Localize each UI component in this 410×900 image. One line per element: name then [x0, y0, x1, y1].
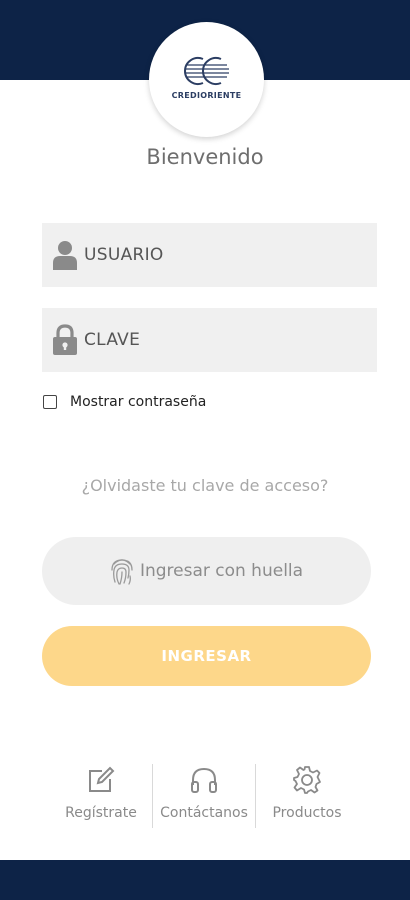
- footer-products[interactable]: Productos: [256, 764, 358, 832]
- fingerprint-login-label: Ingresar con huella: [139, 561, 304, 581]
- welcome-title: Bienvenido: [146, 145, 264, 169]
- show-password-label: Mostrar contraseña: [70, 394, 207, 410]
- show-password-checkbox[interactable]: [43, 395, 57, 409]
- password-placeholder: CLAVE: [84, 330, 141, 350]
- footer-contact[interactable]: Contáctanos: [153, 764, 255, 832]
- fingerprint-login-button[interactable]: Ingresar con huella: [42, 537, 371, 605]
- headphones-icon: [189, 764, 219, 796]
- password-field[interactable]: CLAVE: [42, 308, 377, 372]
- footer-products-label: Productos: [272, 805, 342, 821]
- show-password-toggle[interactable]: Mostrar contraseña: [43, 394, 206, 410]
- brand-logo: CREDIORIENTE: [149, 22, 264, 137]
- login-button-label: INGRESAR: [161, 647, 252, 665]
- footer-band: [0, 860, 410, 900]
- edit-icon: [86, 764, 116, 796]
- logo-text: CREDIORIENTE: [171, 91, 242, 100]
- user-icon: [52, 239, 78, 271]
- footer-nav: Regístrate Contáctanos Productos: [50, 764, 358, 832]
- forgot-password-link[interactable]: ¿Olvidaste tu clave de acceso?: [0, 476, 410, 495]
- username-field[interactable]: USUARIO: [42, 223, 377, 287]
- gear-icon: [292, 764, 322, 796]
- footer-register-label: Regístrate: [65, 805, 137, 821]
- logo-mark-icon: [183, 57, 229, 85]
- footer-contact-label: Contáctanos: [160, 805, 248, 821]
- footer-register[interactable]: Regístrate: [50, 764, 152, 832]
- lock-icon: [52, 324, 78, 356]
- username-placeholder: USUARIO: [84, 245, 164, 265]
- login-button[interactable]: INGRESAR: [42, 626, 371, 686]
- fingerprint-icon: [110, 555, 134, 587]
